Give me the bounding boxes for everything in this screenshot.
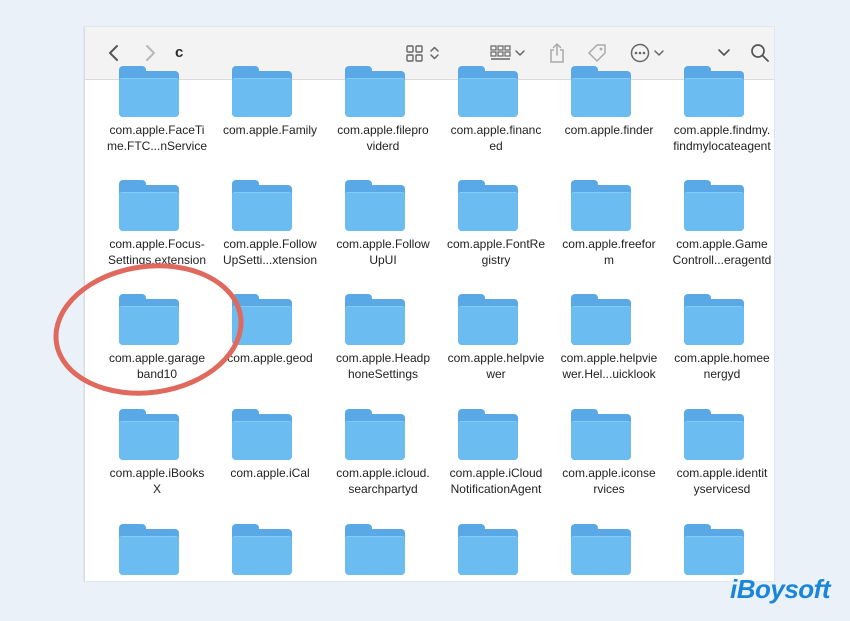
folder-label: com.apple.identit yservicesd [676,466,768,496]
folder-label: com.apple.freefor m [562,237,656,267]
folder-icon [571,524,631,575]
folder-item[interactable]: com.apple.iCal [214,409,326,499]
folder-label: com.apple.filepro viderd [337,123,429,153]
folder-label: com.apple.helpvie wer.Hel...uicklook [560,351,658,381]
folder-icon [458,180,518,231]
folder-label: com.apple.iBooks X [109,466,205,496]
folder-label: com.apple.homee nergyd [674,351,770,381]
chevron-right-icon [146,45,155,61]
folder-label: com.apple.icloud. searchpartyd [336,466,430,496]
folder-icon [119,409,179,460]
folder-item[interactable]: com.apple.Game Controll...eragentd [666,180,774,270]
folder-label: com.apple.Headp honeSettings [335,351,431,381]
folder-icon [232,409,292,460]
folder-icon [458,294,518,345]
folder-icon [684,66,744,117]
folder-icon [232,66,292,117]
folder-label: com.apple.helpvie wer [447,351,545,381]
folder-item[interactable]: com.apple.identit yservicesd [666,409,774,499]
folder-item[interactable]: com.apple.iCloud NotificationAgent [440,409,552,499]
search-icon [751,44,769,62]
folder-item[interactable]: com.apple.freefor m [553,180,665,270]
folder-label: com.apple.financ ed [450,123,542,153]
chevron-down-icon [718,49,730,56]
folder-icon [571,294,631,345]
folder-label: com.apple.finder [564,123,654,137]
folder-item[interactable] [553,524,665,581]
folder-icon [684,294,744,345]
folder-icon [345,294,405,345]
folder-item[interactable]: com.apple.filepro viderd [327,66,439,156]
folder-icon [571,180,631,231]
folder-icon [458,409,518,460]
folder-item[interactable] [101,524,213,581]
folder-icon [119,524,179,575]
folder-icon [571,66,631,117]
folder-icon [684,409,744,460]
icon-grid-view-icon [406,45,439,62]
folder-item[interactable] [440,524,552,581]
folder-icon [119,180,179,231]
folder-item[interactable]: com.apple.Family [214,66,326,156]
folder-item[interactable]: com.apple.finder [553,66,665,156]
folder-item[interactable]: com.apple.FontRe gistry [440,180,552,270]
folder-label: com.apple.iconse rvices [562,466,656,496]
folder-item[interactable]: com.apple.Focus- Settings.extension [101,180,213,270]
folder-item[interactable]: com.apple.homee nergyd [666,294,774,384]
folder-item[interactable]: com.apple.icloud. searchpartyd [327,409,439,499]
folder-label: com.apple.Family [222,123,318,137]
folder-label: com.apple.iCal [230,466,310,480]
folder-item[interactable]: com.apple.helpvie wer.Hel...uicklook [553,294,665,384]
folder-item[interactable] [666,524,774,581]
folder-label: com.apple.Game Controll...eragentd [672,237,772,267]
folder-icon [684,524,744,575]
folder-icon [232,524,292,575]
folder-label: com.apple.Follow UpUI [336,237,430,267]
folder-icon [345,524,405,575]
folder-icon [232,180,292,231]
folder-item[interactable]: com.apple.helpvie wer [440,294,552,384]
folder-icon [345,180,405,231]
folder-label: com.apple.FontRe gistry [446,237,546,267]
folder-icon [458,524,518,575]
folder-item[interactable]: com.apple.Headp honeSettings [327,294,439,384]
tag-icon [588,44,606,62]
folder-icon [684,180,744,231]
folder-icon [345,66,405,117]
folder-item[interactable] [214,524,326,581]
folder-item[interactable]: com.apple.iBooks X [101,409,213,499]
folder-label: com.apple.Follow UpSetti...xtension [222,237,318,267]
folder-item[interactable]: com.apple.iconse rvices [553,409,665,499]
folder-icon [345,409,405,460]
folder-item[interactable]: com.apple.Follow UpSetti...xtension [214,180,326,270]
folder-item[interactable]: com.apple.Follow UpUI [327,180,439,270]
folder-icon [458,66,518,117]
share-icon [550,43,564,63]
chevron-left-icon [109,45,118,61]
folder-icon [119,66,179,117]
folder-label: com.apple.findmy. findmylocateagent [673,123,771,153]
folder-item[interactable]: com.apple.findmy. findmylocateagent [666,66,774,156]
folder-icon [571,409,631,460]
folder-item[interactable]: com.apple.financ ed [440,66,552,156]
more-options-icon [630,43,664,63]
folder-label: com.apple.iCloud NotificationAgent [449,466,543,496]
brand-watermark: iBoysoft [730,574,831,604]
folder-item[interactable]: com.apple.FaceTi me.FTC...nService [101,66,213,156]
folder-item[interactable] [327,524,439,581]
gallery-view-icon [490,45,525,60]
folder-label: com.apple.FaceTi me.FTC...nService [106,123,208,153]
